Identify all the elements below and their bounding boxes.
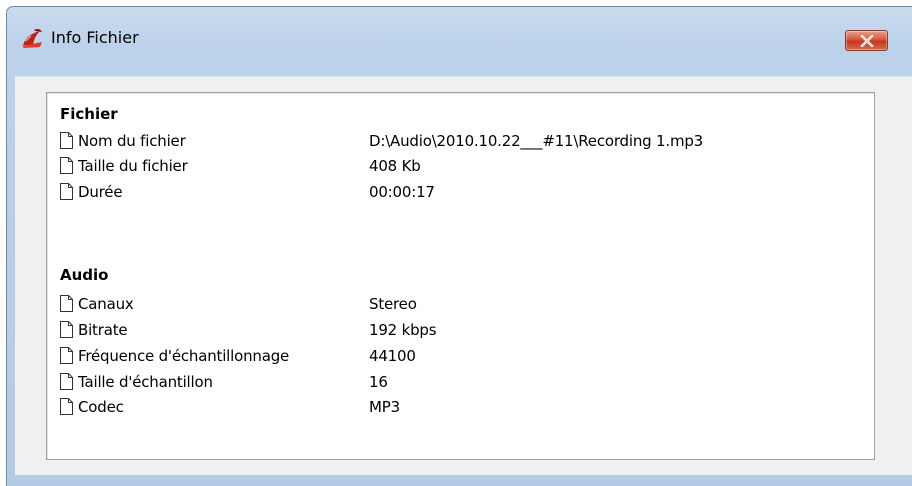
close-icon	[860, 35, 874, 47]
info-row: Fréquence d'échantillonnage 44100	[60, 344, 860, 369]
row-label: Fréquence d'échantillonnage	[78, 347, 290, 365]
document-icon	[60, 157, 73, 174]
info-window: Info Fichier Fichier Nom du fichier D:\A…	[6, 6, 912, 486]
info-panel: Fichier Nom du fichier D:\Audio\2010.10.…	[46, 92, 875, 460]
row-label: Codec	[78, 398, 124, 416]
info-row: Taille du fichier 408 Kb	[60, 154, 860, 179]
document-icon	[60, 321, 73, 338]
info-row: Canaux Stereo	[60, 292, 860, 317]
row-value: 00:00:17	[369, 183, 435, 201]
app-logo-icon	[22, 28, 42, 48]
document-icon	[60, 373, 73, 390]
row-value: Stereo	[369, 295, 417, 313]
row-label: Canaux	[78, 295, 134, 313]
row-label: Bitrate	[78, 321, 128, 339]
document-icon	[60, 295, 73, 312]
row-label: Taille d'échantillon	[78, 373, 213, 391]
close-button[interactable]	[845, 30, 888, 51]
document-icon	[60, 183, 73, 200]
row-label: Durée	[78, 183, 123, 201]
dialog-client-area: Fichier Nom du fichier D:\Audio\2010.10.…	[15, 76, 912, 475]
row-value: 408 Kb	[369, 157, 421, 175]
title-bar[interactable]: Info Fichier	[7, 7, 912, 77]
info-row: Bitrate 192 kbps	[60, 318, 860, 343]
info-row: Codec MP3	[60, 395, 860, 420]
document-icon	[60, 132, 73, 149]
info-row: Taille d'échantillon 16	[60, 370, 860, 395]
document-icon	[60, 347, 73, 364]
row-value: 16	[369, 373, 388, 391]
section-title-audio: Audio	[60, 266, 109, 284]
row-label: Nom du fichier	[78, 132, 186, 150]
section-title-fichier: Fichier	[60, 105, 118, 123]
row-value: MP3	[369, 398, 400, 416]
info-row: Nom du fichier D:\Audio\2010.10.22___#11…	[60, 129, 860, 154]
row-value: D:\Audio\2010.10.22___#11\Recording 1.mp…	[369, 132, 704, 150]
row-value: 192 kbps	[369, 321, 437, 339]
window-title: Info Fichier	[51, 28, 139, 47]
info-row: Durée 00:00:17	[60, 180, 860, 205]
row-label: Taille du fichier	[78, 157, 188, 175]
row-value: 44100	[369, 347, 416, 365]
document-icon	[60, 398, 73, 415]
